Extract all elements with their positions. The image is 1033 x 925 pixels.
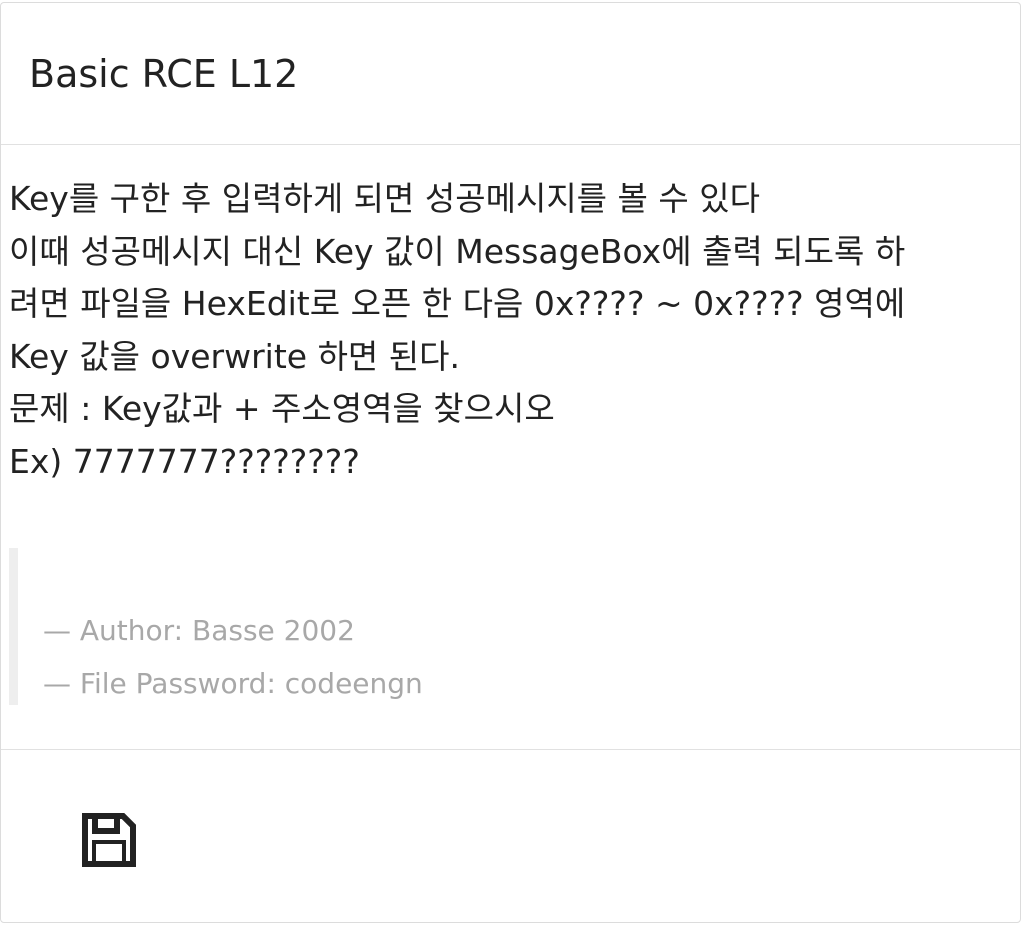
download-button[interactable] <box>81 812 137 868</box>
description-line: Key를 구한 후 입력하게 되면 성공메시지를 볼 수 있다 <box>9 179 760 218</box>
metadata-blockquote: — Author: Basse 2002 — File Password: co… <box>9 548 1020 705</box>
card-body: Key를 구한 후 입력하게 되면 성공메시지를 볼 수 있다 이때 성공메시지… <box>1 145 1020 750</box>
author-line: — Author: Basse 2002 <box>43 614 355 647</box>
description-line: Key 값을 overwrite 하면 된다. <box>9 336 460 376</box>
description-line: Ex) 7777777???????? <box>9 441 360 481</box>
floppy-disk-icon <box>81 812 137 868</box>
description-line: 이때 성공메시지 대신 Key 값이 MessageBox에 출력 되도록 하 <box>9 231 906 271</box>
page-title: Basic RCE L12 <box>29 51 299 96</box>
card-header: Basic RCE L12 <box>1 3 1020 145</box>
file-password-line: — File Password: codeengn <box>43 667 423 700</box>
description-line: 려면 파일을 HexEdit로 오픈 한 다음 0x???? ~ 0x???? … <box>9 284 906 323</box>
description-line: 문제 : Key값과 + 주소영역을 찾으시오 <box>9 389 555 428</box>
challenge-card: Basic RCE L12 Key를 구한 후 입력하게 되면 성공메시지를 볼… <box>0 2 1021 923</box>
challenge-description: Key를 구한 후 입력하게 되면 성공메시지를 볼 수 있다 이때 성공메시지… <box>9 173 1020 488</box>
card-footer <box>1 750 1020 922</box>
